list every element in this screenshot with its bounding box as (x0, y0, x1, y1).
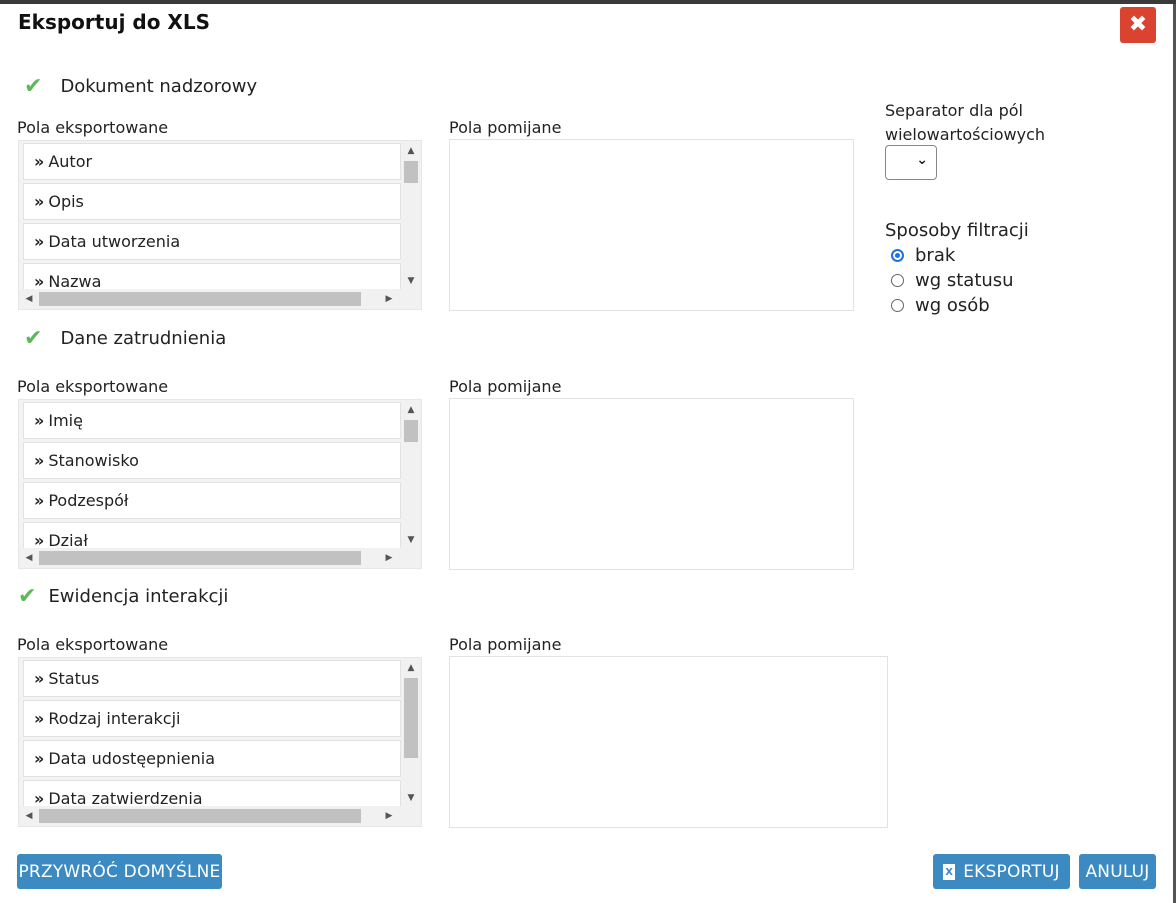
scroll-right-arrow-icon[interactable]: ▶ (381, 289, 397, 309)
double-chevron-icon: » (34, 411, 45, 430)
exported-fields-list[interactable]: » Status » Rodzaj interakcji » Data udostęe… (18, 657, 422, 827)
scroll-left-arrow-icon[interactable]: ◀ (21, 806, 37, 826)
filter-option-brak[interactable]: brak (891, 245, 955, 266)
scroll-left-arrow-icon[interactable]: ◀ (21, 548, 37, 568)
exported-fields-label: Pola eksportowane (17, 118, 169, 137)
section-title: Dane zatrudnienia (60, 328, 227, 349)
skipped-fields-label: Pola pomijane (449, 118, 562, 137)
skipped-fields-label: Pola pomijane (449, 635, 562, 654)
export-button[interactable]: X EKSPORTUJ (933, 854, 1070, 889)
skipped-fields-list[interactable] (449, 139, 854, 311)
list-item[interactable]: » Opis (23, 183, 401, 220)
scroll-down-arrow-icon[interactable]: ▼ (401, 532, 421, 548)
double-chevron-icon: » (34, 491, 45, 510)
scroll-thumb[interactable] (39, 292, 361, 306)
check-icon: ✔ (24, 326, 43, 351)
double-chevron-icon: » (34, 232, 45, 251)
radio-checked[interactable] (891, 249, 904, 262)
scroll-thumb[interactable] (404, 678, 418, 758)
scroll-thumb[interactable] (39, 551, 361, 565)
radio[interactable] (891, 274, 904, 287)
scroll-right-arrow-icon[interactable]: ▶ (381, 806, 397, 826)
section-header-dane-zatrudnienia: ✔ Dane zatrudnienia (24, 326, 226, 351)
window-top-border (0, 0, 1176, 4)
vertical-scrollbar[interactable]: ▲ ▼ (401, 141, 421, 291)
section-title: Dokument nadzorowy (60, 76, 258, 97)
double-chevron-icon: » (34, 451, 45, 470)
check-icon: ✔ (24, 74, 43, 99)
exported-fields-list[interactable]: » Autor » Opis » Data utworzenia » Nazwa ▲ ▼… (18, 140, 422, 310)
close-icon: ✖ (1128, 12, 1148, 37)
list-item[interactable]: » Podzespół (23, 482, 401, 519)
scroll-down-arrow-icon[interactable]: ▼ (401, 790, 421, 806)
section-title: Ewidencja interakcji (48, 586, 229, 607)
double-chevron-icon: » (34, 749, 45, 768)
separator-label: Separator dla pól wielowartościowych (885, 101, 1045, 144)
dialog-title: Eksportuj do XLS (18, 10, 210, 34)
double-chevron-icon: » (34, 152, 45, 171)
horizontal-scrollbar[interactable]: ◀ ▶ (19, 806, 403, 826)
separator-select[interactable]: ⌄ (885, 145, 937, 180)
scroll-corner (401, 806, 421, 826)
list-item[interactable]: » Stanowisko (23, 442, 401, 479)
horizontal-scrollbar[interactable]: ◀ ▶ (19, 289, 403, 309)
exported-fields-label: Pola eksportowane (17, 377, 169, 396)
scroll-thumb[interactable] (404, 420, 418, 442)
scroll-up-arrow-icon[interactable]: ▲ (401, 143, 421, 159)
list-item[interactable]: » Rodzaj interakcji (23, 700, 401, 737)
scroll-up-arrow-icon[interactable]: ▲ (401, 402, 421, 418)
exported-fields-list[interactable]: » Imię » Stanowisko » Podzespół » Dział ▲ ▼ … (18, 399, 422, 569)
close-button[interactable]: ✖ (1120, 7, 1156, 43)
check-icon: ✔ (18, 584, 37, 609)
radio[interactable] (891, 299, 904, 312)
scroll-down-arrow-icon[interactable]: ▼ (401, 273, 421, 289)
chevron-down-icon: ⌄ (916, 152, 928, 168)
section-header-ewidencja-interakcji: ✔ Ewidencja interakcji (18, 584, 228, 609)
cancel-button[interactable]: ANULUJ (1079, 854, 1156, 889)
double-chevron-icon: » (34, 192, 45, 211)
scroll-right-arrow-icon[interactable]: ▶ (381, 548, 397, 568)
double-chevron-icon: » (34, 669, 45, 688)
skipped-fields-label: Pola pomijane (449, 377, 562, 396)
scroll-thumb[interactable] (39, 809, 361, 823)
list-item[interactable]: » Data utworzenia (23, 223, 401, 260)
restore-defaults-button[interactable]: PRZYWRÓĆ DOMYŚLNE (17, 854, 222, 889)
double-chevron-icon: » (34, 709, 45, 728)
list-item[interactable]: » Imię (23, 402, 401, 439)
horizontal-scrollbar[interactable]: ◀ ▶ (19, 548, 403, 568)
list-item[interactable]: » Data udostęepnienia (23, 740, 401, 777)
exported-fields-label: Pola eksportowane (17, 635, 169, 654)
scroll-left-arrow-icon[interactable]: ◀ (21, 289, 37, 309)
filter-option-wg-osob[interactable]: wg osób (891, 295, 990, 316)
xls-file-icon: X (943, 863, 956, 880)
list-item[interactable]: » Autor (23, 143, 401, 180)
skipped-fields-list[interactable] (449, 398, 854, 570)
scroll-up-arrow-icon[interactable]: ▲ (401, 660, 421, 676)
vertical-scrollbar[interactable]: ▲ ▼ (401, 658, 421, 808)
scroll-corner (401, 289, 421, 309)
section-header-dokument-nadzorowy: ✔ Dokument nadzorowy (24, 74, 257, 99)
filter-label: Sposoby filtracji (885, 220, 1029, 241)
filter-option-wg-statusu[interactable]: wg statusu (891, 270, 1014, 291)
vertical-scrollbar[interactable]: ▲ ▼ (401, 400, 421, 550)
list-item[interactable]: » Status (23, 660, 401, 697)
skipped-fields-list[interactable] (449, 656, 888, 828)
scroll-thumb[interactable] (404, 161, 418, 183)
scroll-corner (401, 548, 421, 568)
